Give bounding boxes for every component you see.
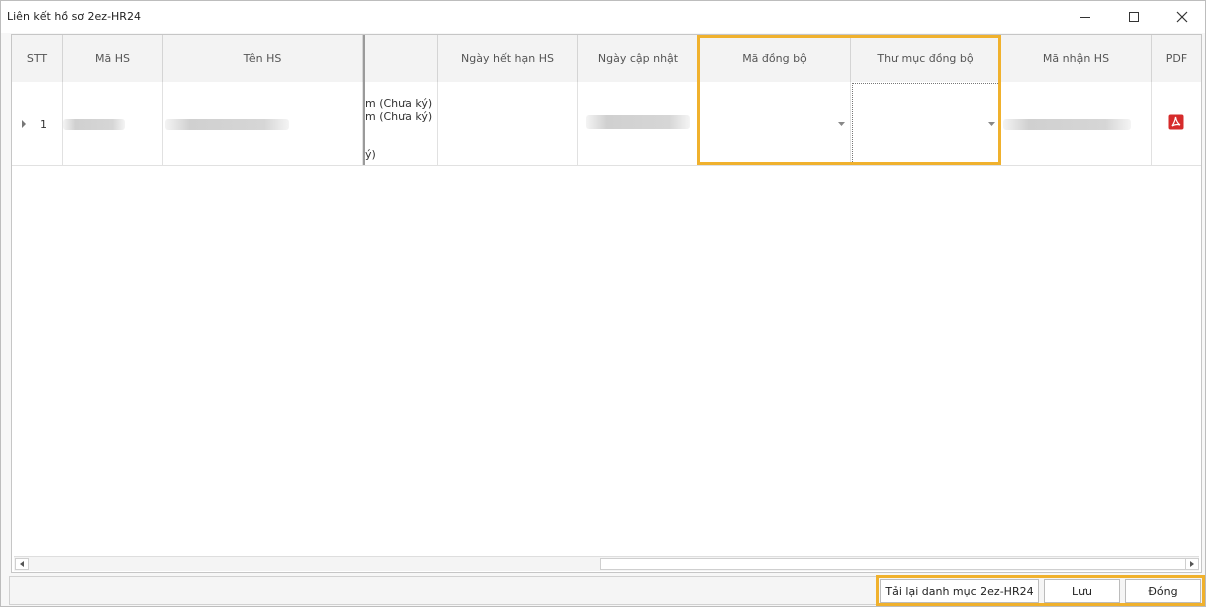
grid-header: STT Mã HS Tên HS Ngày hết hạn HS Ngày cậ… [12, 35, 1201, 83]
cell-ngay-cap-nhat[interactable] [578, 82, 699, 165]
redacted-value [63, 119, 125, 130]
title-bar: Liên kết hồ sơ 2ez-HR24 [1, 1, 1205, 33]
maximize-icon [1129, 12, 1139, 22]
arrow-right-icon [1190, 561, 1194, 567]
window-title: Liên kết hồ sơ 2ez-HR24 [7, 10, 141, 23]
dropdown-arrow-icon[interactable] [988, 122, 995, 126]
partial-line-1: m (Chưa ký) [365, 97, 433, 110]
col-header-pdf[interactable]: PDF [1152, 35, 1201, 82]
col-header-ma-dong-bo[interactable]: Mã đồng bộ [699, 35, 851, 82]
arrow-left-icon [20, 561, 24, 567]
close-window-button[interactable] [1159, 1, 1205, 33]
redacted-value [1003, 119, 1131, 130]
scroll-right-button[interactable] [1185, 558, 1199, 570]
cell-ngay-het-han[interactable] [438, 82, 578, 165]
cell-pdf[interactable] [1152, 82, 1201, 165]
save-button[interactable]: Lưu [1044, 579, 1120, 603]
row-indicator-icon [22, 120, 26, 128]
minimize-button[interactable] [1062, 1, 1108, 33]
table-row[interactable]: 1 m (Chưa ký) m (Chưa ký) ý) [12, 82, 1201, 166]
cell-ten-hs[interactable] [163, 82, 363, 165]
minimize-icon [1080, 17, 1090, 18]
dropdown-arrow-icon[interactable] [838, 122, 845, 126]
scrollbar-thumb[interactable] [600, 558, 1186, 570]
cell-stt: 1 [12, 82, 63, 165]
cell-ma-hs[interactable] [63, 82, 163, 165]
close-icon [1176, 11, 1188, 23]
maximize-button[interactable] [1111, 1, 1157, 33]
records-grid: STT Mã HS Tên HS Ngày hết hạn HS Ngày cậ… [11, 34, 1202, 573]
horizontal-scrollbar[interactable] [14, 556, 1199, 571]
col-header-ma-nhan-hs[interactable]: Mã nhận HS [1001, 35, 1152, 82]
redacted-value [165, 119, 289, 130]
reload-catalog-button[interactable]: Tải lại danh mục 2ez-HR24 [880, 579, 1039, 603]
col-header-ngay-het-han[interactable]: Ngày hết hạn HS [438, 35, 578, 82]
scroll-left-button[interactable] [15, 558, 29, 570]
col-header-thu-muc-dong-bo[interactable]: Thư mục đồng bộ [851, 35, 1001, 82]
cell-ma-nhan-hs[interactable] [1001, 82, 1152, 165]
partial-line-2: m (Chưa ký) [365, 110, 433, 123]
col-header-ma-hs[interactable]: Mã HS [63, 35, 163, 82]
close-button[interactable]: Đóng [1125, 579, 1201, 603]
partial-line-3: ý) [365, 148, 376, 161]
pdf-icon[interactable] [1168, 114, 1184, 130]
cell-partial-text[interactable]: m (Chưa ký) m (Chưa ký) ý) [363, 82, 438, 165]
col-header-ngay-cap-nhat[interactable]: Ngày cập nhật [578, 35, 699, 82]
row-stt: 1 [40, 118, 47, 131]
col-header-stt[interactable]: STT [12, 35, 63, 82]
col-header-ten-hs[interactable]: Tên HS [163, 35, 363, 82]
cell-thu-muc-dong-bo[interactable] [851, 82, 1001, 165]
redacted-value [586, 115, 690, 129]
dialog-window: Liên kết hồ sơ 2ez-HR24 STT Mã HS Tên HS… [0, 0, 1206, 607]
col-header-hidden[interactable] [363, 35, 438, 82]
cell-ma-dong-bo[interactable] [699, 82, 851, 165]
